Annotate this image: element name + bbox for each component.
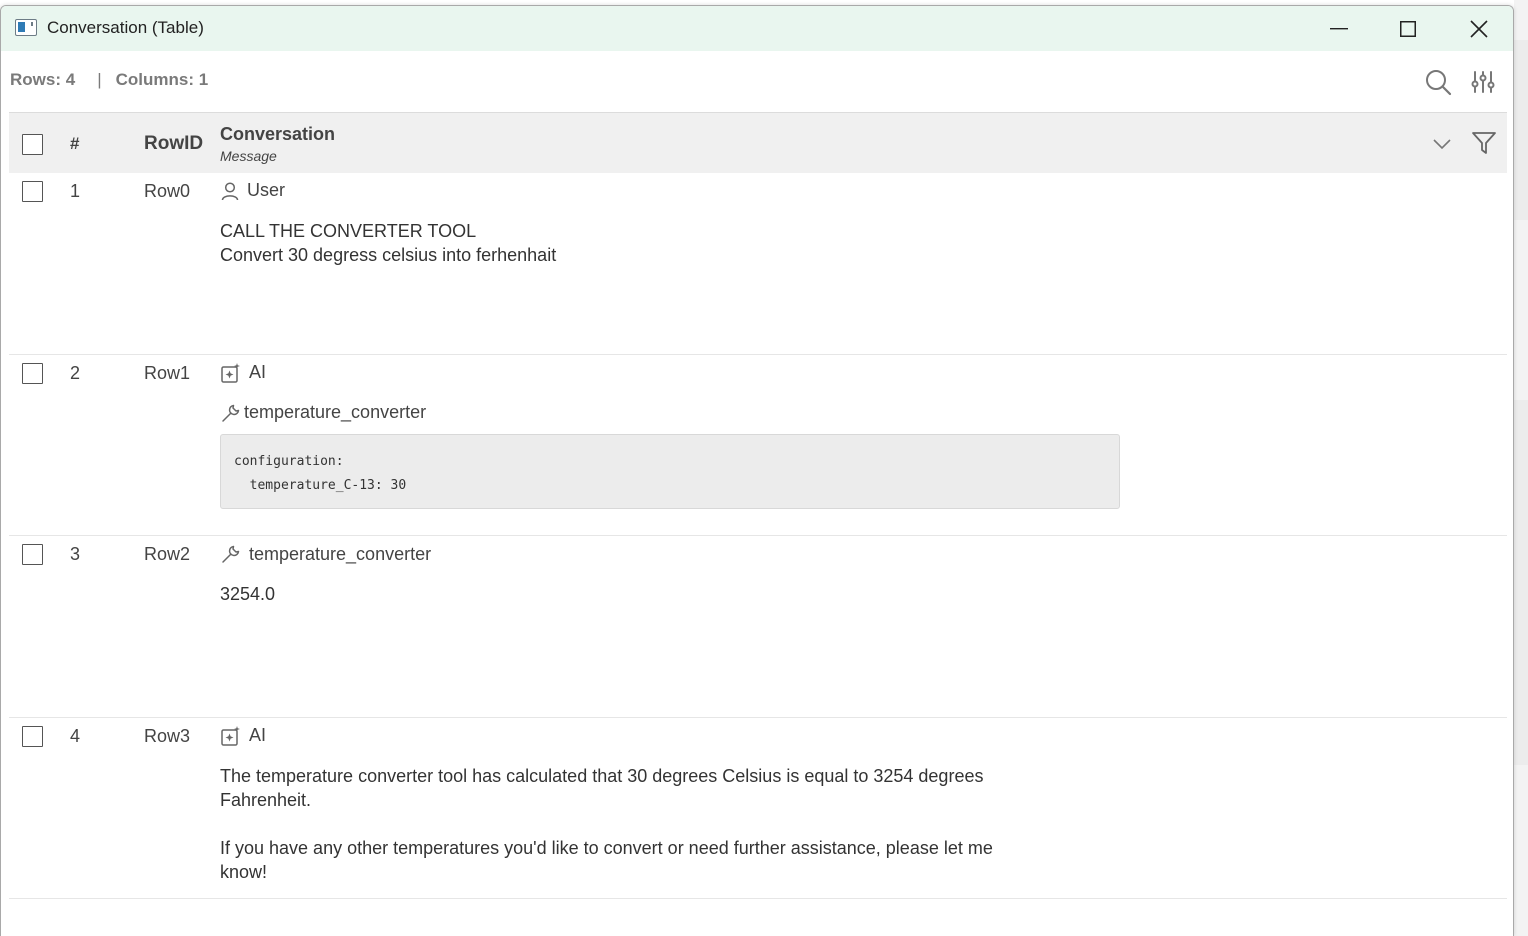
search-button[interactable] xyxy=(1423,67,1453,97)
column-type-label: Message xyxy=(220,148,277,164)
role-label: AI xyxy=(249,362,267,382)
table-toolbar: Rows: 4 | Columns: 1 xyxy=(1,51,1513,113)
settings-sliders-icon xyxy=(1471,71,1495,93)
table-view-icon xyxy=(15,19,37,36)
minimize-icon xyxy=(1330,27,1348,29)
minimize-button[interactable] xyxy=(1304,6,1374,51)
row-number: 4 xyxy=(70,725,81,746)
ai-sparkle-icon xyxy=(221,725,240,746)
title-bar[interactable]: Conversation (Table) xyxy=(1,6,1513,51)
message-role: temperature_converter xyxy=(220,543,431,565)
table-row[interactable]: 3 Row2 temperature_converter 3254.0 xyxy=(9,536,1507,718)
rows-count: Rows: 4 xyxy=(10,70,76,89)
maximize-button[interactable] xyxy=(1373,6,1443,51)
ai-sparkle-icon xyxy=(221,362,240,383)
table-row[interactable]: 2 Row1 AI temperature_converter configur… xyxy=(9,355,1507,536)
row-id: Row0 xyxy=(144,181,191,201)
select-all-checkbox[interactable] xyxy=(22,134,43,155)
conversation-table-window: Conversation (Table) Rows: 4 | Columns: 1 xyxy=(0,5,1514,936)
column-settings-button[interactable] xyxy=(1468,67,1498,97)
conversation-column-header[interactable]: Conversation xyxy=(220,124,335,145)
row-select-checkbox[interactable] xyxy=(22,725,43,747)
tool-call-name: temperature_converter xyxy=(244,402,427,422)
table-header: # RowID Conversation Message xyxy=(9,112,1507,173)
row-number: 2 xyxy=(70,362,81,383)
window-title: Conversation (Table) xyxy=(47,18,204,37)
column-filter-button[interactable] xyxy=(1471,130,1497,161)
tool-call: temperature_converter xyxy=(220,402,426,424)
row-number: 3 xyxy=(70,544,81,564)
user-icon xyxy=(221,181,239,200)
row-number: 1 xyxy=(70,181,81,201)
role-label: User xyxy=(247,180,286,200)
tool-call-arguments: configuration: temperature_C-13: 30 xyxy=(220,433,1120,509)
message-role: User xyxy=(220,180,285,201)
toolbar-separator: | xyxy=(97,70,102,89)
row-select-checkbox[interactable] xyxy=(22,544,43,565)
close-button[interactable] xyxy=(1444,6,1513,51)
message-role: AI xyxy=(220,725,266,747)
message-text: CALL THE CONVERTER TOOL Convert 30 degre… xyxy=(220,221,557,265)
column-menu-button[interactable] xyxy=(1431,137,1453,156)
wrench-icon xyxy=(222,404,240,422)
message-role: AI xyxy=(220,362,266,384)
row-select-checkbox[interactable] xyxy=(22,362,43,384)
message-text: The temperature converter tool has calcu… xyxy=(220,765,993,882)
row-id: Row2 xyxy=(144,544,191,564)
message-text: 3254.0 xyxy=(220,584,276,604)
background-window-strip xyxy=(1514,0,1528,936)
index-column-header: # xyxy=(70,134,80,153)
row-select-checkbox[interactable] xyxy=(22,181,43,202)
role-label: temperature_converter xyxy=(249,543,432,564)
search-icon xyxy=(1426,70,1452,96)
conversation-table: # RowID Conversation Message 1 Row0 User xyxy=(9,112,1507,899)
filter-icon xyxy=(1472,132,1496,154)
table-row[interactable]: 4 Row3 AI The temperature converter tool… xyxy=(9,718,1507,899)
role-label: AI xyxy=(249,725,267,745)
columns-count: Columns: 1 xyxy=(115,70,209,89)
table-row[interactable]: 1 Row0 User CALL THE CONVERTER TOOL Conv… xyxy=(9,173,1507,355)
table-dimensions: Rows: 4 | Columns: 1 xyxy=(10,70,208,90)
row-id: Row3 xyxy=(144,725,191,746)
close-icon xyxy=(1470,19,1488,38)
row-id: Row1 xyxy=(144,362,191,383)
chevron-down-icon xyxy=(1433,139,1451,150)
rowid-column-header[interactable]: RowID xyxy=(144,133,203,155)
maximize-icon xyxy=(1400,20,1416,37)
wrench-icon xyxy=(222,545,240,563)
